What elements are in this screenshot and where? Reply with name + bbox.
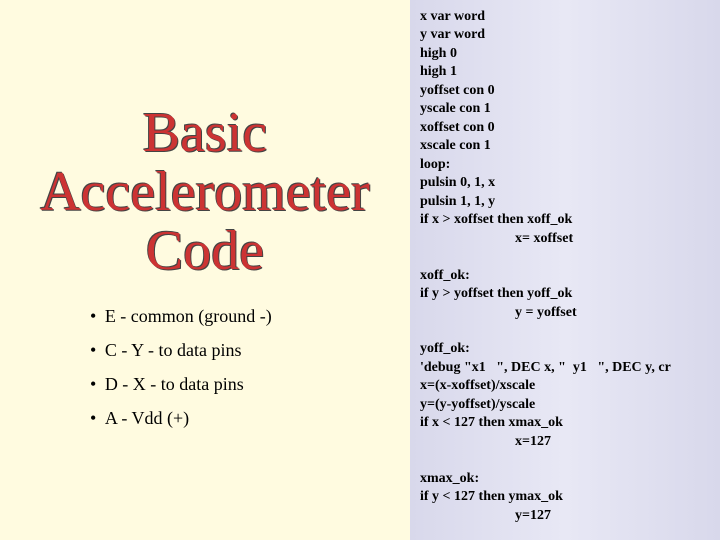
- code-line: high 1: [420, 64, 457, 79]
- code-line: pulsin 0, 1, x: [420, 175, 495, 190]
- code-line: x=127: [420, 433, 714, 451]
- list-item: E - common (ground -): [90, 299, 272, 333]
- code-line: yoff_ok:: [420, 341, 470, 356]
- code-line: y var word: [420, 27, 485, 42]
- code-line: xoffset con 0: [420, 120, 495, 135]
- list-item: A - Vdd (+): [90, 401, 272, 435]
- slide-title: Basic Accelerometer Code: [10, 104, 400, 280]
- code-line: loop:: [420, 157, 450, 172]
- bullet-list: E - common (ground -) C - Y - to data pi…: [10, 299, 272, 436]
- code-line: if x < 127 then xmax_ok: [420, 415, 563, 430]
- list-item: C - Y - to data pins: [90, 333, 272, 367]
- code-line: yoffset con 0: [420, 83, 495, 98]
- code-line: y = yoffset: [420, 304, 714, 322]
- code-line: x= xoffset: [420, 230, 714, 248]
- left-panel: Basic Accelerometer Code E - common (gro…: [0, 0, 410, 540]
- code-line: high 0: [420, 46, 457, 61]
- code-line: xmax_ok:: [420, 471, 479, 486]
- list-item: D - X - to data pins: [90, 367, 272, 401]
- code-line: y=127: [420, 507, 714, 525]
- code-line: x=(x-xoffset)/xscale: [420, 378, 535, 393]
- code-line: if y < 127 then ymax_ok: [420, 489, 563, 504]
- code-line: y=(y-yoffset)/yscale: [420, 397, 535, 412]
- code-line: xoff_ok:: [420, 268, 470, 283]
- code-line: 'debug "x1 ", DEC x, " y1 ", DEC y, cr: [420, 360, 671, 375]
- code-line: if x > xoffset then xoff_ok: [420, 212, 572, 227]
- code-line: x var word: [420, 9, 485, 24]
- code-line: if y > yoffset then yoff_ok: [420, 286, 572, 301]
- code-line: xscale con 1: [420, 138, 491, 153]
- code-line: pulsin 1, 1, y: [420, 194, 495, 209]
- code-panel: x var word y var word high 0 high 1 yoff…: [410, 0, 720, 540]
- code-line: yscale con 1: [420, 101, 491, 116]
